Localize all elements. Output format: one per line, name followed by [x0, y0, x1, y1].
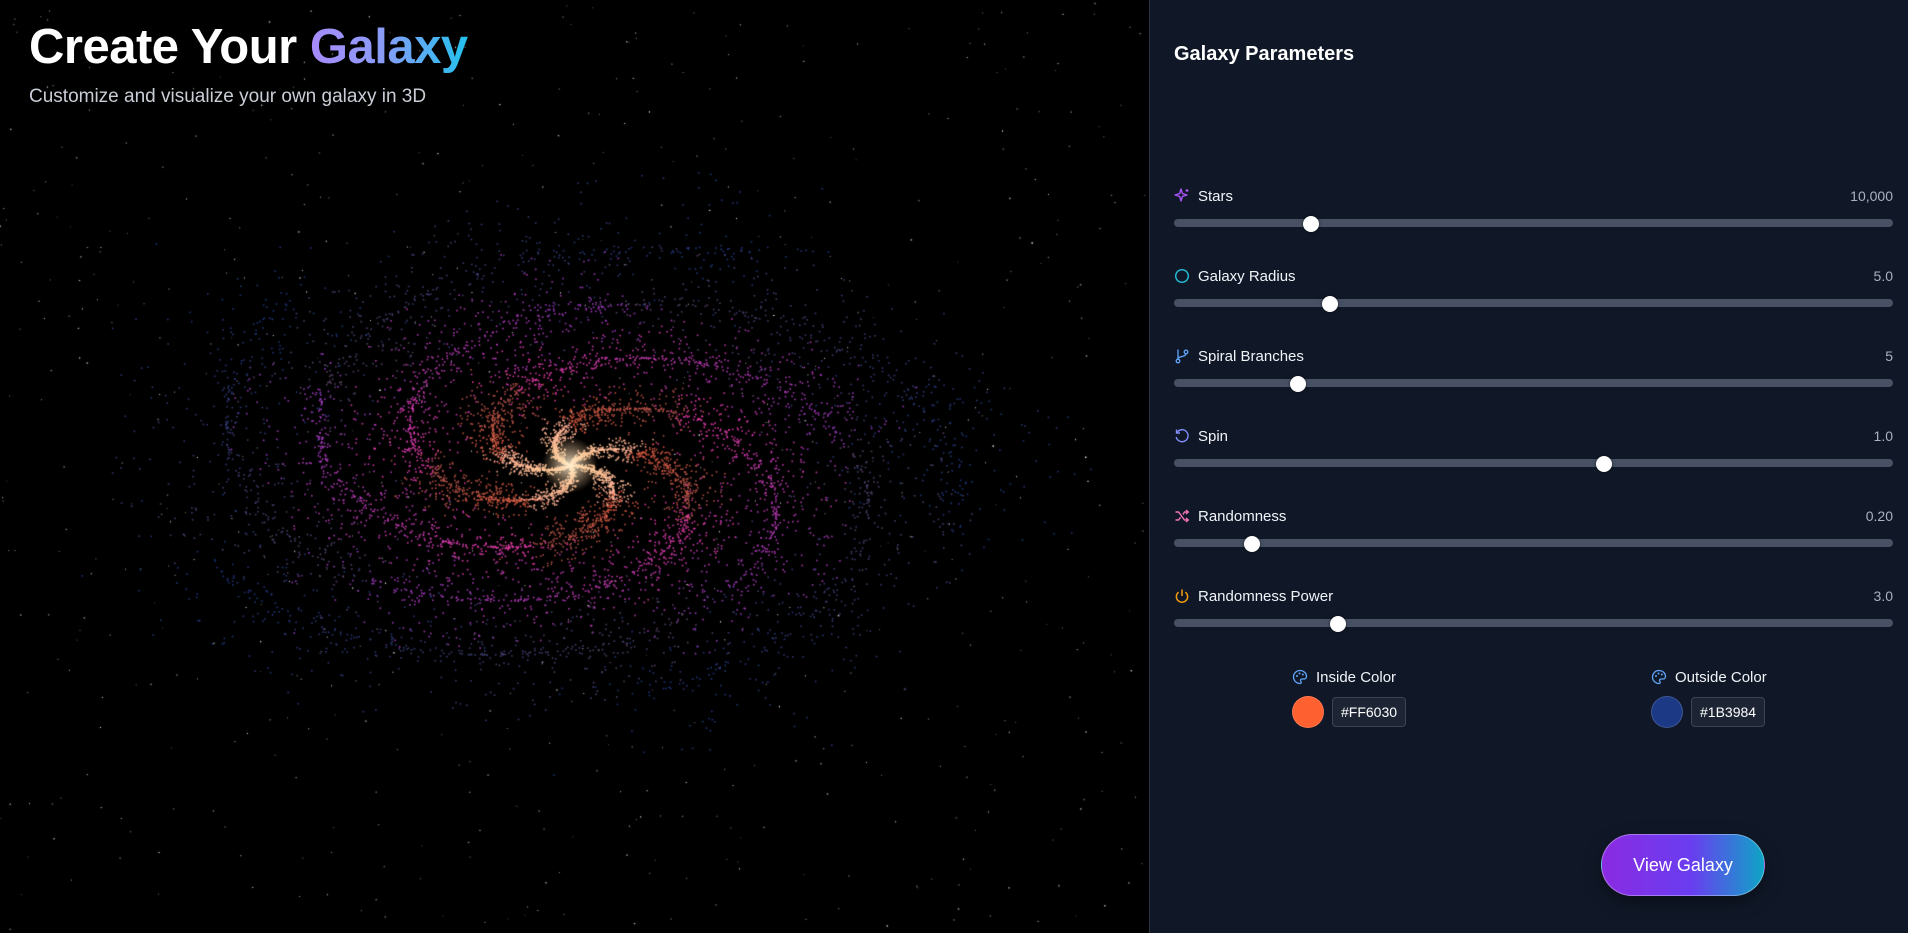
- param-label: Spin: [1198, 427, 1229, 445]
- parameters-panel: Galaxy Parameters Stars 10,000 Galaxy Ra…: [1149, 0, 1908, 933]
- param-label: Stars: [1198, 187, 1234, 205]
- param-randomness: Randomness 0.20: [1174, 506, 1893, 566]
- param-label: Randomness: [1198, 507, 1287, 525]
- param-value: 5.0: [1873, 268, 1893, 284]
- radius-slider-thumb[interactable]: [1322, 296, 1339, 312]
- title-prefix: Create Your: [29, 20, 310, 74]
- branches-slider-track[interactable]: [1174, 379, 1893, 387]
- galaxy-viewport[interactable]: Create Your Galaxy Customize and visuali…: [0, 0, 1149, 933]
- inside-color-label: Inside Color: [1316, 668, 1397, 686]
- inside-color-swatch[interactable]: [1292, 696, 1324, 728]
- spin-slider-thumb[interactable]: [1595, 456, 1612, 472]
- branches-slider-thumb[interactable]: [1290, 376, 1307, 392]
- param-value: 0.20: [1865, 508, 1893, 524]
- page-subtitle: Customize and visualize your own galaxy …: [29, 86, 427, 107]
- galaxy-canvas[interactable]: [0, 0, 1149, 933]
- param-label: Randomness Power: [1198, 587, 1334, 605]
- param-value: 5: [1885, 348, 1893, 364]
- panel-title: Galaxy Parameters: [1174, 43, 1355, 65]
- stars-slider-thumb[interactable]: [1302, 216, 1319, 232]
- power-slider-thumb[interactable]: [1329, 616, 1346, 632]
- inside-color-hex[interactable]: #FF6030: [1332, 697, 1407, 727]
- view-galaxy-button[interactable]: View Galaxy: [1601, 834, 1765, 896]
- param-label: Spiral Branches: [1198, 347, 1304, 365]
- param-value: 1.0: [1873, 428, 1893, 444]
- param-stars: Stars 10,000: [1174, 186, 1893, 246]
- outside-color-hex[interactable]: #1B3984: [1691, 697, 1766, 727]
- shuffle-icon: [1174, 508, 1190, 524]
- palette-icon: [1651, 669, 1667, 685]
- git-branch-icon: [1174, 348, 1190, 364]
- app: Create Your Galaxy Customize and visuali…: [0, 0, 1908, 933]
- param-spin: Spin 1.0: [1174, 426, 1893, 486]
- inside-color-group: Inside Color #FF6030: [1292, 668, 1407, 728]
- stars-slider-track[interactable]: [1174, 219, 1893, 227]
- param-value: 3.0: [1873, 588, 1893, 604]
- param-label: Galaxy Radius: [1198, 267, 1296, 285]
- outside-color-swatch[interactable]: [1651, 696, 1683, 728]
- power-slider-track[interactable]: [1174, 619, 1893, 627]
- rotate-icon: [1174, 428, 1190, 444]
- randomness-slider-thumb[interactable]: [1243, 536, 1260, 552]
- spin-slider-track[interactable]: [1174, 459, 1893, 467]
- param-spiral-branches: Spiral Branches 5: [1174, 346, 1893, 406]
- palette-icon: [1292, 669, 1308, 685]
- title-accent: Galaxy: [309, 20, 468, 74]
- page-title: Create Your Galaxy: [29, 20, 468, 74]
- param-value: 10,000: [1850, 188, 1893, 204]
- randomness-slider-track[interactable]: [1174, 539, 1893, 547]
- sparkles-icon: [1174, 188, 1190, 204]
- power-icon: [1174, 588, 1190, 604]
- param-galaxy-radius: Galaxy Radius 5.0: [1174, 266, 1893, 326]
- param-randomness-power: Randomness Power 3.0: [1174, 586, 1893, 646]
- radius-slider-track[interactable]: [1174, 299, 1893, 307]
- outside-color-group: Outside Color #1B3984: [1651, 668, 1767, 728]
- hero: Create Your Galaxy Customize and visuali…: [29, 20, 468, 108]
- outside-color-label: Outside Color: [1675, 668, 1767, 686]
- circle-icon: [1174, 268, 1190, 284]
